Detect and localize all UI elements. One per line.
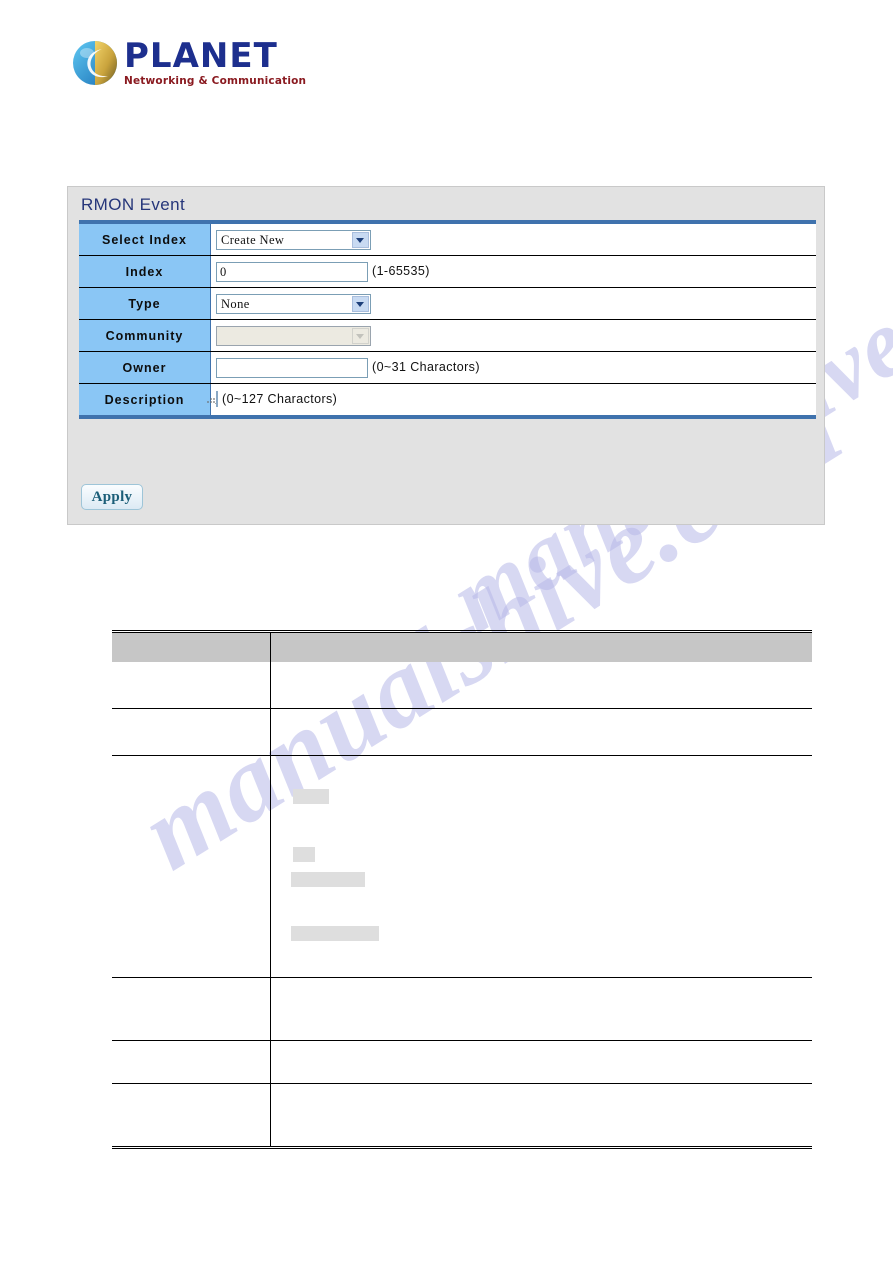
table-row xyxy=(112,662,812,709)
label-select-index: Select Index xyxy=(79,222,211,256)
planet-logo: PLANET Networking & Communication xyxy=(72,38,306,98)
table-row xyxy=(112,1083,812,1148)
type-dropdown[interactable]: None xyxy=(216,293,371,314)
apply-button[interactable]: Apply xyxy=(81,484,143,510)
field-description: (0~127 Charactors) xyxy=(207,383,816,417)
rmon-event-panel: RMON Event Select Index Create New Index… xyxy=(67,186,825,525)
table-row xyxy=(112,1040,812,1084)
table-cell-object xyxy=(112,708,271,756)
index-hint: (1-65535) xyxy=(372,263,430,278)
table-header-object xyxy=(112,631,271,662)
redacted-text-block xyxy=(292,789,329,804)
description-textarea-wrap xyxy=(207,391,218,407)
table-row xyxy=(112,708,812,756)
field-select-index: Create New xyxy=(210,222,816,256)
select-index-dropdown[interactable]: Create New xyxy=(216,229,371,250)
table-cell-object xyxy=(112,1083,271,1148)
table-header-row xyxy=(112,631,812,662)
logo-tagline-text: Networking & Communication xyxy=(124,75,307,87)
logo-brand-text: PLANET xyxy=(124,36,278,76)
field-index: 0 (1-65535) xyxy=(210,255,816,288)
owner-input[interactable] xyxy=(216,357,368,378)
label-owner: Owner xyxy=(79,351,211,384)
redacted-text-block xyxy=(290,872,365,887)
table-cell-object xyxy=(112,1040,271,1084)
redacted-text-block xyxy=(290,926,379,941)
planet-globe-icon xyxy=(73,41,117,85)
form-row-index: Index 0 (1-65535) xyxy=(79,255,816,288)
table-cell-description xyxy=(270,1040,812,1084)
index-input[interactable]: 0 xyxy=(216,261,368,282)
field-type: None xyxy=(210,287,816,320)
field-community xyxy=(210,319,816,352)
chevron-down-icon[interactable] xyxy=(352,295,369,312)
table-header-description xyxy=(270,631,812,662)
label-description: Description xyxy=(79,383,211,417)
form-row-description: Description (0~127 Charactors) xyxy=(79,383,816,417)
chevron-down-icon xyxy=(352,327,369,344)
table-cell-description xyxy=(270,662,812,709)
form-row-community: Community xyxy=(79,319,816,352)
chevron-down-icon[interactable] xyxy=(352,231,369,248)
rmon-event-form: Select Index Create New Index 0 (1-65535)… xyxy=(79,220,816,419)
parameter-description-table xyxy=(112,630,812,1149)
redacted-text-block xyxy=(292,847,315,862)
table-cell-description xyxy=(270,708,812,756)
form-row-select-index: Select Index Create New xyxy=(79,222,816,256)
table-cell-object xyxy=(112,662,271,709)
form-row-owner: Owner (0~31 Charactors) xyxy=(79,351,816,384)
label-community: Community xyxy=(79,319,211,352)
page-title: RMON Event xyxy=(81,195,186,214)
field-owner: (0~31 Charactors) xyxy=(210,351,816,384)
table-cell-description xyxy=(270,1084,812,1148)
type-value: None xyxy=(221,296,250,311)
owner-hint: (0~31 Charactors) xyxy=(372,359,480,374)
label-type: Type xyxy=(79,287,211,320)
label-index: Index xyxy=(79,255,211,288)
table-cell-object xyxy=(112,755,271,978)
description-textarea[interactable] xyxy=(216,391,218,407)
resize-grip-icon[interactable] xyxy=(207,395,216,404)
table-cell-description xyxy=(270,977,812,1041)
select-index-value: Create New xyxy=(221,232,285,247)
description-hint: (0~127 Charactors) xyxy=(222,392,338,406)
table-row xyxy=(112,977,812,1041)
table-row xyxy=(112,755,812,978)
table-cell-description xyxy=(270,755,812,978)
form-row-type: Type None xyxy=(79,287,816,320)
table-cell-object xyxy=(112,977,271,1041)
community-dropdown xyxy=(216,325,371,346)
